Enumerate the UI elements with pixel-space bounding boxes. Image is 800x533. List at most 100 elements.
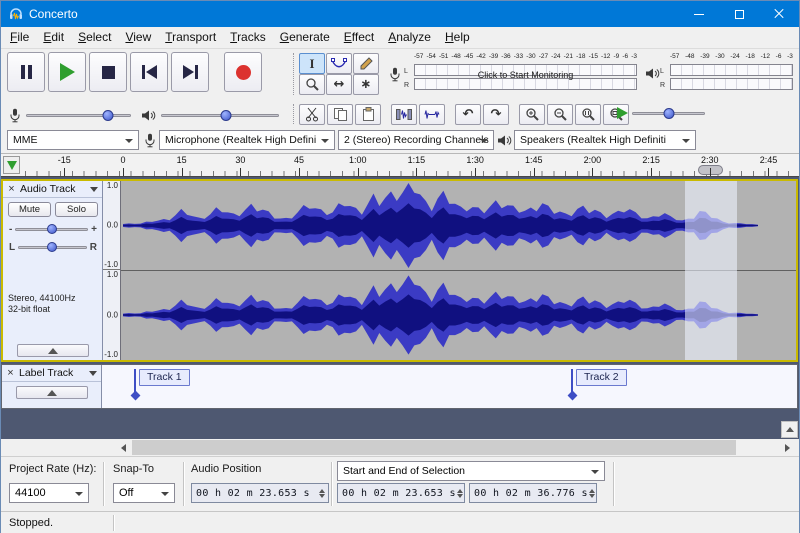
collapse-track-button[interactable] [17, 344, 89, 357]
menu-edit[interactable]: Edit [36, 27, 71, 48]
record-button[interactable] [224, 52, 262, 92]
play-at-speed-icon[interactable] [617, 107, 628, 119]
vertical-scroll-up-button[interactable] [781, 421, 798, 438]
track-name[interactable]: Label Track [19, 367, 86, 379]
meter-scale-label: -18 [576, 53, 585, 63]
menu-view[interactable]: View [118, 27, 158, 48]
ruler-time-label: 2:45 [760, 155, 778, 165]
selection-start-field[interactable]: 00 h 02 m 23.653 s [337, 483, 465, 503]
selection-mode-select[interactable]: Start and End of Selection [337, 461, 605, 481]
toolbar-grip[interactable] [293, 104, 296, 124]
trim-audio-button[interactable] [391, 104, 417, 125]
spinner-icon[interactable] [588, 489, 596, 498]
skip-to-end-button[interactable] [171, 52, 209, 92]
paste-button[interactable] [355, 104, 381, 125]
skip-to-start-button[interactable] [130, 52, 168, 92]
snap-to-select[interactable]: Off [113, 483, 175, 503]
label-track-content[interactable]: Track 1 Track 2 [102, 365, 797, 408]
audio-host-select[interactable]: MME [7, 130, 139, 150]
toolbar-grip[interactable] [331, 462, 333, 506]
draw-tool-button[interactable] [353, 53, 379, 74]
silence-audio-button[interactable] [419, 104, 445, 125]
slider-thumb[interactable] [47, 224, 57, 234]
label-flag-icon[interactable] [130, 391, 140, 401]
monitoring-hint[interactable]: Click to Start Monitoring [414, 70, 637, 80]
spinner-icon[interactable] [318, 489, 326, 498]
slider-thumb[interactable] [102, 110, 113, 121]
playback-device-select[interactable]: Speakers (Realtek High Definiti [514, 130, 696, 150]
menu-transport[interactable]: Transport [158, 27, 223, 48]
recording-volume-slider[interactable] [26, 106, 131, 124]
spinner-icon[interactable] [456, 489, 464, 498]
minimize-button[interactable] [679, 1, 719, 27]
undo-button[interactable]: ↶ [455, 104, 481, 125]
label-text[interactable]: Track 1 [139, 369, 190, 386]
timeshift-tool-button[interactable]: ↔ [326, 74, 352, 95]
close-track-button[interactable]: × [6, 182, 17, 197]
gain-slider[interactable] [15, 222, 88, 236]
maximize-button[interactable] [719, 1, 759, 27]
menu-analyze[interactable]: Analyze [381, 27, 438, 48]
track-name[interactable]: Audio Track [20, 183, 87, 195]
scroll-left-button[interactable] [115, 439, 132, 456]
slider-thumb[interactable] [47, 242, 57, 252]
ruler-time-label: 0 [120, 155, 125, 165]
selection-end-field[interactable]: 00 h 02 m 36.776 s [469, 483, 597, 503]
window-title: Concerto [29, 7, 78, 21]
menu-effect[interactable]: Effect [337, 27, 381, 48]
horizontal-scrollbar[interactable] [1, 439, 799, 456]
menu-file[interactable]: File [3, 27, 36, 48]
label-flag-icon[interactable] [567, 391, 577, 401]
ruler-time-label: 45 [294, 155, 304, 165]
toolbar-grip[interactable] [183, 462, 185, 506]
waveform-area[interactable] [121, 181, 796, 360]
pinned-playhead-toggle[interactable] [3, 156, 20, 174]
selection-tool-button[interactable]: I [299, 53, 325, 74]
multi-tool-button[interactable]: ∗ [353, 74, 379, 95]
pan-right-label: R [90, 242, 97, 253]
zoom-in-button[interactable] [519, 104, 545, 125]
meter-scale-label: -12 [761, 53, 770, 63]
recording-meter[interactable]: LR -57-54-51-48-45-42-39-36-33-30-27-24-… [387, 53, 639, 95]
zoom-out-button[interactable] [547, 104, 573, 125]
menu-tracks[interactable]: Tracks [223, 27, 273, 48]
playback-meter[interactable]: LR -57-48-39-30-24-18-12-6-3 [643, 53, 795, 95]
zoom-selection-button[interactable] [575, 104, 601, 125]
collapse-icon [48, 348, 58, 354]
close-track-button[interactable]: × [5, 366, 16, 381]
menu-generate[interactable]: Generate [273, 27, 337, 48]
play-button[interactable] [48, 52, 86, 92]
toolbar-grip[interactable] [293, 53, 296, 95]
playback-volume-slider[interactable] [161, 106, 279, 124]
recording-device-select[interactable]: Microphone (Realtek High Defini [159, 130, 335, 150]
pan-slider[interactable] [18, 240, 87, 254]
play-speed-slider[interactable] [632, 104, 705, 122]
collapse-track-button[interactable] [16, 386, 88, 399]
menu-select[interactable]: Select [71, 27, 118, 48]
stop-button[interactable] [89, 52, 127, 92]
mute-button[interactable]: Mute [8, 202, 51, 217]
recording-channels-select[interactable]: 2 (Stereo) Recording Channels [338, 130, 494, 150]
toolbar-grip[interactable] [613, 462, 615, 506]
slider-thumb[interactable] [663, 108, 674, 119]
track-menu-arrow-icon[interactable] [89, 371, 97, 376]
pause-button[interactable] [7, 52, 45, 92]
track-menu-arrow-icon[interactable] [90, 187, 98, 192]
envelope-tool-button[interactable] [326, 53, 352, 74]
scroll-right-button[interactable] [779, 439, 796, 456]
toolbar-grip[interactable] [103, 462, 105, 506]
project-rate-select[interactable]: 44100 [9, 483, 89, 503]
zoom-tool-button[interactable] [299, 74, 325, 95]
scrollbar-thumb[interactable] [132, 440, 736, 455]
redo-button[interactable]: ↷ [483, 104, 509, 125]
close-button[interactable] [759, 1, 799, 27]
selection-region[interactable] [685, 181, 737, 360]
audio-position-field[interactable]: 00 h 02 m 23.653 s [191, 483, 329, 503]
label-text[interactable]: Track 2 [576, 369, 627, 386]
solo-button[interactable]: Solo [55, 202, 98, 217]
cut-button[interactable] [299, 104, 325, 125]
timeline-ruler[interactable]: -1501530451:001:151:301:452:002:152:302:… [1, 154, 799, 177]
copy-button[interactable] [327, 104, 353, 125]
menu-help[interactable]: Help [438, 27, 477, 48]
slider-thumb[interactable] [220, 110, 231, 121]
